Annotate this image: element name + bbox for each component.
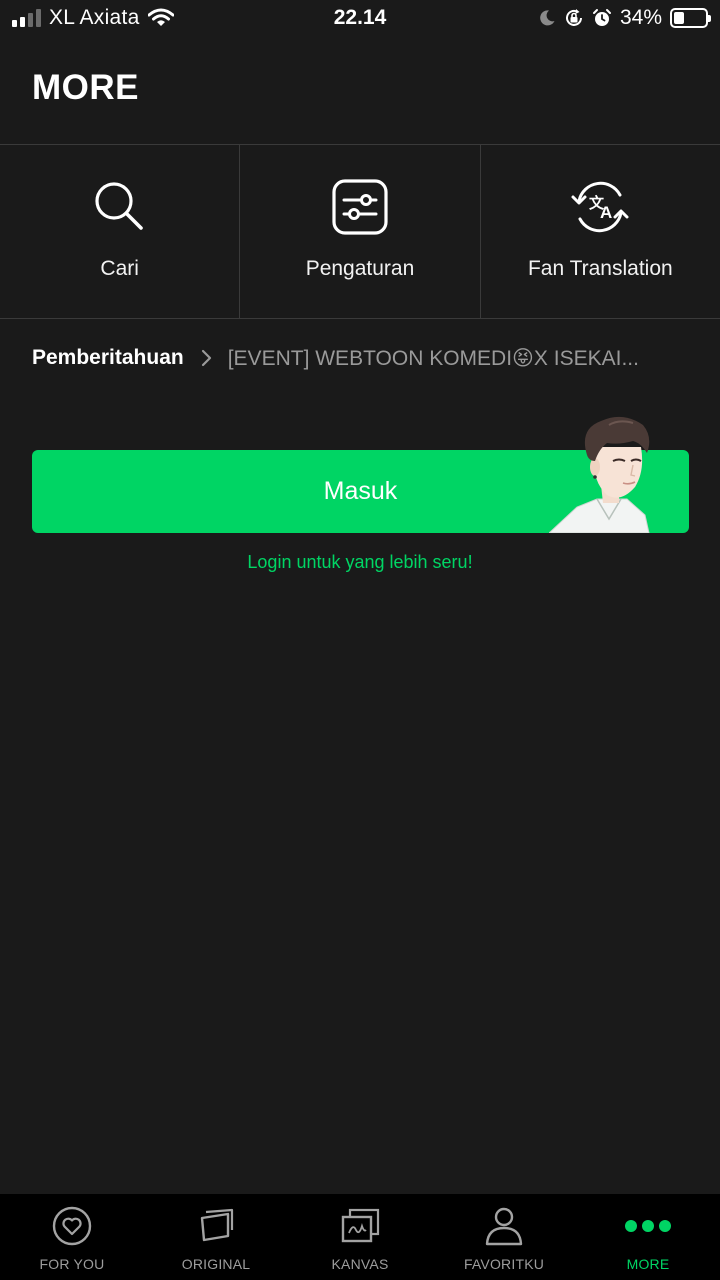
nav-more-label: MORE xyxy=(626,1256,670,1272)
nav-original[interactable]: ORIGINAL xyxy=(144,1194,288,1280)
battery-icon xyxy=(670,8,711,28)
moon-icon xyxy=(540,10,555,26)
login-button[interactable]: Masuk xyxy=(32,416,689,533)
battery-percent: 34% xyxy=(619,6,662,29)
nav-for-you-label: FOR YOU xyxy=(39,1256,105,1272)
canvas-icon xyxy=(341,1208,380,1243)
more-screen: XL Axiata 22.14 34% MORE Cari Pengaturan… xyxy=(0,0,720,1280)
search-action[interactable]: Cari xyxy=(0,145,239,318)
status-right: 34% xyxy=(538,6,711,30)
fan-translation-action-label: Fan Translation xyxy=(527,257,673,280)
nav-original-label: ORIGINAL xyxy=(181,1256,251,1272)
original-cards-icon xyxy=(200,1208,234,1242)
translate-icon: 文 A xyxy=(571,181,629,233)
bottom-nav: FOR YOU ORIGINAL KANVAS FAVORITKU MORE xyxy=(0,1194,720,1280)
person-icon xyxy=(485,1207,523,1246)
page-title: MORE xyxy=(32,68,139,107)
settings-action-label: Pengaturan xyxy=(305,257,415,280)
notice-text: [EVENT] WEBTOON KOMEDI😝X ISEKAI... xyxy=(227,346,639,370)
nav-more[interactable]: MORE xyxy=(576,1194,720,1280)
login-button-label: Masuk xyxy=(323,477,398,505)
heart-icon xyxy=(52,1206,92,1246)
status-bar: XL Axiata 22.14 34% xyxy=(0,0,720,38)
settings-sliders-icon xyxy=(332,179,388,235)
more-dots-icon xyxy=(625,1204,671,1248)
notice-title: Pemberitahuan xyxy=(32,346,184,369)
settings-action[interactable]: Pengaturan xyxy=(239,145,479,318)
chevron-right-icon xyxy=(201,349,211,367)
search-icon xyxy=(95,182,143,230)
nav-for-you[interactable]: FOR YOU xyxy=(0,1194,144,1280)
login-hint: Login untuk yang lebih seru! xyxy=(247,552,473,572)
alarm-icon xyxy=(592,9,611,26)
nav-favoritku-label: FAVORITKU xyxy=(463,1256,545,1272)
fan-translation-action[interactable]: 文 A Fan Translation xyxy=(479,145,720,318)
search-action-label: Cari xyxy=(100,257,139,280)
quick-actions: Cari Pengaturan 文 A Fan Translation xyxy=(0,144,720,319)
nav-kanvas-label: KANVAS xyxy=(331,1256,389,1272)
nav-kanvas[interactable]: KANVAS xyxy=(288,1194,432,1280)
rotation-lock-icon xyxy=(566,9,582,26)
character-illustration xyxy=(549,416,650,533)
svg-text:A: A xyxy=(600,203,612,222)
nav-favoritku[interactable]: FAVORITKU xyxy=(432,1194,576,1280)
notice-row[interactable]: Pemberitahuan [EVENT] WEBTOON KOMEDI😝X I… xyxy=(32,340,688,376)
